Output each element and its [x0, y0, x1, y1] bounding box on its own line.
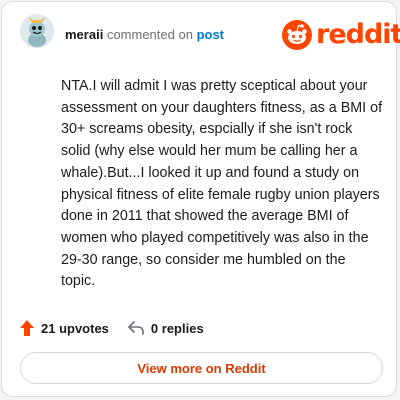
upvote-arrow-icon [20, 320, 34, 336]
post-link[interactable]: post [197, 27, 224, 42]
reply-button[interactable]: 0 replies [127, 320, 204, 336]
comment-body: NTA.I will admit I was pretty sceptical … [61, 78, 383, 290]
upvote-count: 21 upvotes [41, 320, 109, 336]
reddit-wordmark: reddit [316, 19, 400, 50]
username-link[interactable]: meraii [65, 27, 103, 42]
view-more-button[interactable]: View more on Reddit [20, 352, 383, 384]
reddit-logo[interactable]: reddit [282, 20, 400, 50]
comment-meta: meraii commented on post [65, 27, 224, 42]
reply-count: 0 replies [150, 320, 204, 336]
commented-on-text: commented on [106, 27, 193, 42]
reddit-alien-icon [282, 20, 312, 50]
snoo-avatar-icon [20, 14, 54, 48]
comment-actions: 21 upvotes 0 replies [19, 319, 204, 337]
reply-arrow-icon [128, 321, 144, 335]
upvote-button[interactable]: 21 upvotes [19, 319, 109, 337]
comment-embed-card: meraii commented on post reddit NTA.I wi… [1, 1, 400, 397]
comment-header: meraii commented on post reddit [2, 2, 400, 68]
user-avatar[interactable] [20, 14, 54, 48]
